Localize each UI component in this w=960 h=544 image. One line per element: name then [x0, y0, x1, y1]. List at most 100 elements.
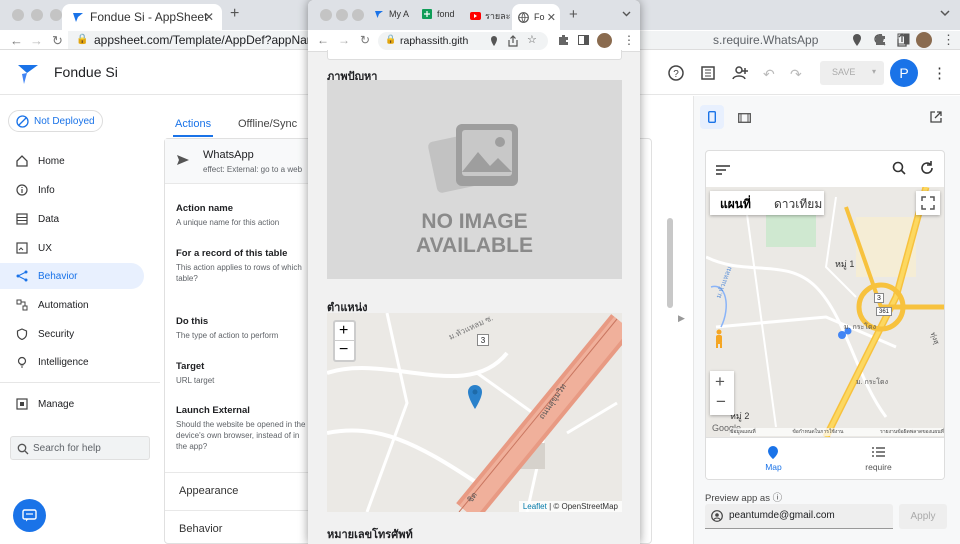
google-map[interactable]: แผนที่ ดาวเทียม หมู่ 1 ม. กระโดง 3 361 ห… [706, 187, 944, 437]
back-icon[interactable]: ← [10, 33, 23, 48]
globe-favicon-icon [518, 11, 529, 23]
save-button[interactable]: SAVE ▾ [820, 61, 884, 85]
section-appearance[interactable]: Appearance [179, 485, 238, 497]
popup-tab-active[interactable]: Fo ✕ [512, 4, 560, 30]
chrome-menu-icon[interactable]: ⋮ [623, 33, 635, 47]
location-marker-icon[interactable] [468, 385, 482, 409]
phone-preview: แผนที่ ดาวเทียม หมู่ 1 ม. กระโดง 3 361 ห… [705, 150, 945, 480]
leaflet-link[interactable]: Leaflet [523, 502, 547, 511]
profile-avatar[interactable] [597, 33, 612, 48]
extensions-puzzle-icon[interactable] [558, 34, 570, 46]
undo-icon[interactable]: ↶ [763, 66, 775, 83]
nav-item-intelligence[interactable]: Intelligence [0, 349, 144, 375]
street-view-pegman-icon[interactable] [714, 329, 724, 349]
reload-icon[interactable]: ↻ [52, 33, 63, 49]
bookmark-star-icon[interactable]: ☆ [527, 33, 537, 46]
leaflet-zoom-in-button[interactable]: + [339, 322, 348, 340]
location-icon[interactable] [852, 31, 862, 47]
deploy-status-chip[interactable]: Not Deployed [8, 110, 103, 132]
open-external-icon[interactable] [930, 111, 942, 123]
chat-fab[interactable] [13, 499, 46, 532]
profile-avatar[interactable] [916, 32, 932, 48]
bottom-nav-map[interactable]: Map [746, 438, 801, 479]
bottom-nav-require[interactable]: require [851, 438, 906, 479]
sidepanel-icon[interactable] [897, 33, 910, 45]
user-avatar[interactable]: P [890, 59, 918, 87]
leaflet-map[interactable]: 3 ม.หัวแหลม ซ. ถนนสุขุมวิท ชิต + − Leafl… [327, 313, 622, 512]
map-zoom-in-button[interactable]: + [715, 372, 725, 392]
save-dropdown-icon[interactable]: ▾ [872, 67, 876, 76]
tab-search-chevron-icon[interactable] [940, 9, 950, 17]
attribution-report[interactable]: รายงานข้อผิดพลาดของแผนที่ [880, 428, 944, 436]
nav-divider [0, 382, 160, 383]
collapse-panel-icon[interactable]: ▶ [678, 313, 685, 324]
tab-offline-sync[interactable]: Offline/Sync [238, 118, 297, 130]
apply-button[interactable]: Apply [899, 504, 947, 529]
hamburger-menu-icon[interactable] [716, 165, 730, 175]
new-tab-icon[interactable]: + [230, 5, 239, 23]
popup-minimize-dot[interactable] [336, 9, 348, 21]
preview-email-field[interactable]: peantumde@gmail.com [705, 504, 893, 529]
sidepanel-icon[interactable] [578, 35, 589, 45]
map-zoom-out-button[interactable]: − [716, 392, 726, 412]
tab-search-chevron-icon[interactable] [622, 11, 631, 17]
popup-close-dot[interactable] [320, 9, 332, 21]
tab-close-icon[interactable]: ✕ [547, 11, 556, 24]
no-image-photo-icon [428, 124, 518, 193]
nav-item-home[interactable]: Home [0, 148, 144, 174]
chrome-menu-icon[interactable]: ⋮ [942, 32, 955, 48]
extensions-puzzle-icon[interactable] [874, 32, 888, 46]
new-tab-icon[interactable]: + [569, 6, 578, 23]
nav-item-data[interactable]: Data [0, 206, 144, 232]
popup-tab[interactable]: fond [422, 9, 462, 19]
fullscreen-button[interactable] [916, 191, 940, 215]
automation-icon [16, 299, 28, 311]
window-minimize-dot[interactable] [31, 9, 43, 21]
leaflet-zoom-out-button[interactable]: − [339, 341, 348, 359]
window-zoom-dot[interactable] [50, 9, 62, 21]
location-icon[interactable] [490, 35, 498, 47]
help-search-input[interactable]: Search for help [10, 436, 150, 460]
nav-item-behavior[interactable]: Behavior [0, 263, 144, 289]
nav-item-info[interactable]: Info [0, 177, 144, 203]
map-type-map[interactable]: แผนที่ [720, 195, 751, 214]
back-icon[interactable]: ← [317, 33, 329, 47]
attribution-data[interactable]: ข้อมูลแผนที่ [730, 428, 756, 436]
share-icon[interactable] [508, 35, 518, 47]
forward-icon[interactable]: → [338, 33, 350, 47]
tab-title: Fondue Si - AppSheet [90, 10, 208, 24]
editor-scrollbar[interactable] [667, 218, 673, 308]
help-icon[interactable]: ? [668, 65, 684, 81]
tab-actions[interactable]: Actions [175, 118, 211, 130]
search-icon[interactable] [892, 161, 906, 175]
popup-url-field[interactable]: 🔒 raphassith.gith ☆ [378, 32, 548, 50]
gallery-icon[interactable] [700, 65, 716, 81]
tablet-view-icon[interactable] [738, 113, 751, 123]
appsheet-logo-icon [16, 63, 40, 85]
add-user-icon[interactable] [731, 65, 749, 81]
section-behavior[interactable]: Behavior [179, 523, 222, 535]
sync-icon[interactable] [919, 160, 935, 176]
nav-item-automation[interactable]: Automation [0, 292, 144, 318]
attribution-terms[interactable]: ข้อกำหนดในการใช้งาน [792, 428, 843, 436]
tab-close-icon[interactable]: ✕ [204, 10, 214, 24]
browser-tab[interactable]: Fondue Si - AppSheet ✕ [62, 4, 222, 30]
popup-tab[interactable]: My A [374, 9, 418, 19]
redo-icon[interactable]: ↷ [790, 66, 802, 83]
preview-panel: แผนที่ ดาวเทียม หมู่ 1 ม. กระโดง 3 361 ห… [693, 96, 960, 544]
info-icon[interactable]: ⓘ [773, 493, 783, 504]
forward-icon[interactable]: → [30, 33, 43, 48]
mobile-view-button[interactable] [700, 105, 724, 129]
osm-attribution[interactable]: | © OpenStreetMap [549, 502, 618, 511]
popup-zoom-dot[interactable] [352, 9, 364, 21]
map-type-satellite[interactable]: ดาวเทียม [774, 195, 822, 214]
action-card-header[interactable]: WhatsApp effect: External: go to a web [165, 139, 315, 184]
app-menu-icon[interactable]: ⋮ [932, 64, 947, 82]
popup-tab[interactable]: รายละ [470, 9, 512, 23]
field-title: Launch External [176, 405, 250, 416]
nav-item-ux[interactable]: UX [0, 235, 144, 261]
nav-item-security[interactable]: Security [0, 321, 144, 347]
nav-item-manage[interactable]: Manage [0, 391, 144, 417]
reload-icon[interactable]: ↻ [360, 33, 370, 47]
window-close-dot[interactable] [12, 9, 24, 21]
